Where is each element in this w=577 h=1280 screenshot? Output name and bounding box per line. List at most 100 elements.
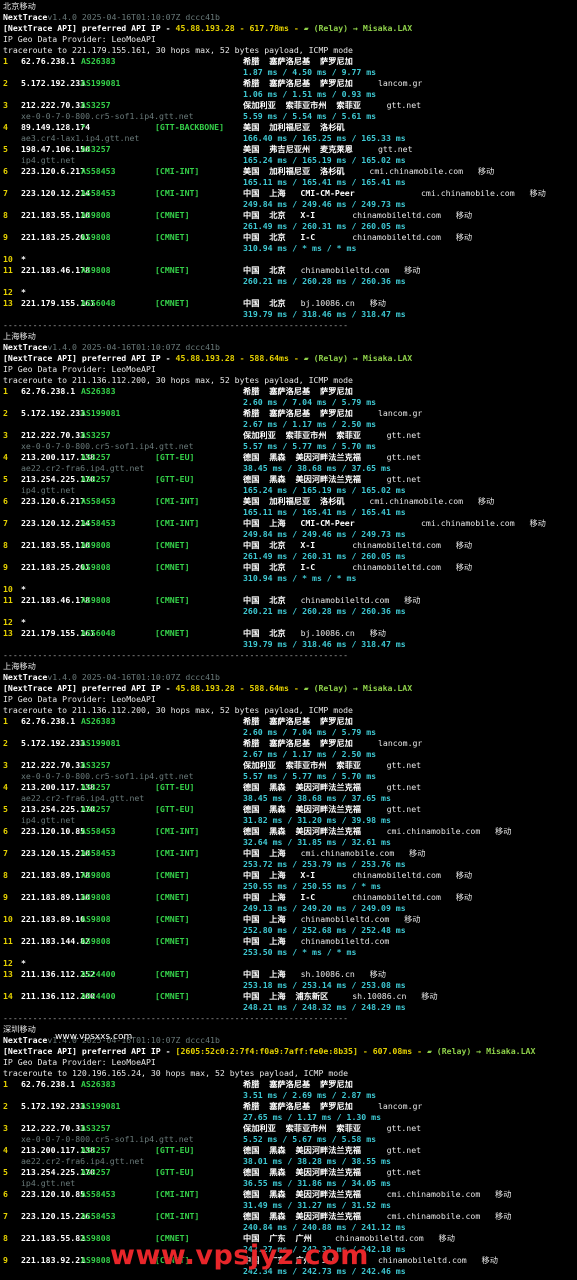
hop-number: 12 bbox=[3, 287, 13, 297]
hop-detail-row: 3.51 ms / 2.69 ms / 2.87 ms bbox=[3, 1090, 575, 1101]
hop-row: 12 * bbox=[3, 287, 575, 298]
hop-org: gtt.net bbox=[386, 1123, 422, 1133]
hop-number: 6 bbox=[3, 826, 8, 836]
hop-ip: * bbox=[21, 958, 26, 968]
hop-location: 希腊 塞萨洛尼基 萨罗尼加 bbox=[243, 408, 353, 418]
hop-tag: [CMNET] bbox=[155, 232, 190, 242]
hop-latency: 261.49 ms / 260.31 ms / 260.05 ms bbox=[243, 221, 406, 231]
hop-tag: [GTT-EU] bbox=[155, 782, 195, 792]
hop-number: 8 bbox=[3, 210, 8, 220]
api-line: [NextTrace API] preferred API IP - 45.88… bbox=[3, 353, 575, 364]
section-title-text: 上海移动 bbox=[3, 661, 36, 671]
hop-detail-row: 253.72 ms / 253.79 ms / 253.76 ms bbox=[3, 859, 575, 870]
hop-org: cmi.chinamobile.com 移动 bbox=[386, 826, 512, 836]
hop-row: 12 * bbox=[3, 958, 575, 969]
hop-number: 10 bbox=[3, 254, 13, 264]
hop-row: 5 213.254.225.170 AS3257 [GTT-EU] 德国 黑森 美因河畔… bbox=[3, 474, 575, 485]
hop-asn: * bbox=[81, 122, 86, 132]
hop-location: 德国 黑森 美因河畔法兰克福 bbox=[243, 804, 361, 814]
hop-latency: 2.67 ms / 1.17 ms / 2.50 ms bbox=[243, 749, 377, 759]
hop-asn: AS9808 bbox=[81, 265, 111, 275]
version-text: v1.4.0 2025-04-16T01:10:07Z dccc41b bbox=[47, 342, 220, 352]
hop-number: 14 bbox=[3, 991, 13, 1001]
hop-detail-row: xe-0-0-7-0-800.cr5-sof1.ip4.gtt.net 5.57 … bbox=[3, 441, 575, 452]
hop-org: gtt.net bbox=[386, 1167, 422, 1177]
hop-number: 12 bbox=[3, 617, 13, 627]
hop-row: 6 223.120.6.217 AS58453 [CMI-INT] 美国 加利福尼亚 洛… bbox=[3, 496, 575, 507]
hop-number: 12 bbox=[3, 958, 13, 968]
hop-tag: [CMNET] bbox=[155, 892, 190, 902]
hop-tag: [CMNET] bbox=[155, 298, 190, 308]
api-prefix: [NextTrace API] preferred API IP - bbox=[3, 23, 176, 33]
hop-location: 中国 北京 X-I bbox=[243, 540, 316, 550]
hop-row: 13 221.179.155.161 AS56048 [CMNET] 中国 北京 bj.1… bbox=[3, 628, 575, 639]
hop-latency: 31.82 ms / 31.20 ms / 39.98 ms bbox=[243, 815, 391, 825]
hop-asn: AS199081 bbox=[81, 408, 121, 418]
hop-location: 德国 黑森 美因河畔法兰克福 bbox=[243, 474, 361, 484]
hop-org: chinamobileltd.com 移动 bbox=[352, 232, 473, 242]
hop-number: 4 bbox=[3, 122, 8, 132]
hop-number: 5 bbox=[3, 474, 8, 484]
hop-hostname: ip4.gtt.net bbox=[21, 155, 76, 165]
hop-row: 11 221.183.144.82 AS9808 [CMNET] 中国 上海 chinam… bbox=[3, 936, 575, 947]
hop-location: 德国 黑森 美因河畔法兰克福 bbox=[243, 1167, 361, 1177]
hop-asn: AS9808 bbox=[81, 870, 111, 880]
hop-asn: AS58453 bbox=[81, 518, 116, 528]
hop-detail-row: 248.21 ms / 248.32 ms / 248.29 ms bbox=[3, 1002, 575, 1013]
hop-number: 3 bbox=[3, 100, 8, 110]
hop-row: 14 211.136.112.200 AS24400 [CMNET] 中国 上海 浦东新… bbox=[3, 991, 575, 1002]
hop-org: cmi.chinamobile.com 移动 bbox=[369, 166, 495, 176]
hop-latency: 249.84 ms / 249.46 ms / 249.73 ms bbox=[243, 529, 406, 539]
hop-location: 保加利亚 索菲亚市州 索菲亚 bbox=[243, 430, 361, 440]
hop-asn: AS56048 bbox=[81, 628, 116, 638]
hop-tag: [CMNET] bbox=[155, 969, 190, 979]
hop-detail-row: 319.79 ms / 318.46 ms / 318.47 ms bbox=[3, 639, 575, 650]
hop-location: 中国 上海 bbox=[243, 936, 286, 946]
hop-latency: 5.52 ms / 5.67 ms / 5.58 ms bbox=[243, 1134, 377, 1144]
hop-location: 德国 黑森 美因河畔法兰克福 bbox=[243, 826, 361, 836]
hop-ip: 89.149.128.174 bbox=[21, 122, 91, 132]
hop-asn: AS3257 bbox=[81, 782, 111, 792]
hop-ip: 223.120.15.210 bbox=[21, 848, 91, 858]
hop-row: 3 212.222.70.33 AS3257 保加利亚 索菲亚市州 索菲亚 gtt.ne… bbox=[3, 430, 575, 441]
hop-asn: AS9808 bbox=[81, 232, 111, 242]
hop-row: 2 5.172.192.233 AS199081 希腊 塞萨洛尼基 萨罗尼加 lanco… bbox=[3, 1101, 575, 1112]
hop-asn: AS24400 bbox=[81, 969, 116, 979]
hop-latency: 252.80 ms / 252.68 ms / 252.48 ms bbox=[243, 925, 406, 935]
api-ip: 45.88.193.28 bbox=[175, 23, 235, 33]
hop-number: 7 bbox=[3, 1211, 8, 1221]
hop-location: 希腊 塞萨洛尼基 萨罗尼加 bbox=[243, 78, 353, 88]
hop-org: cmi.chinamobile.com 移动 bbox=[369, 496, 495, 506]
hop-location: 中国 上海 CMI-CM-Peer bbox=[243, 518, 355, 528]
hop-location: 中国 北京 bbox=[243, 265, 286, 275]
hop-tag: [CMI-INT] bbox=[155, 826, 200, 836]
hop-row: 6 223.120.10.85 AS58453 [CMI-INT] 德国 黑森 美因河畔… bbox=[3, 1189, 575, 1200]
api-prefix: [NextTrace API] preferred API IP - bbox=[3, 683, 176, 693]
hop-hostname: ip4.gtt.net bbox=[21, 815, 76, 825]
hop-location: 中国 上海 I-C bbox=[243, 892, 316, 902]
hop-asn: AS199081 bbox=[81, 738, 121, 748]
hop-number: 6 bbox=[3, 1189, 8, 1199]
hop-latency: 165.11 ms / 165.41 ms / 165.41 ms bbox=[243, 507, 406, 517]
hop-row: 13 221.179.155.161 AS56048 [CMNET] 中国 北京 bj.1… bbox=[3, 298, 575, 309]
hop-asn: AS3257 bbox=[81, 100, 111, 110]
hop-detail-row: 2.67 ms / 1.17 ms / 2.50 ms bbox=[3, 749, 575, 760]
hop-asn: AS58453 bbox=[81, 1211, 116, 1221]
api-prefix: [NextTrace API] preferred API IP - bbox=[3, 1046, 176, 1056]
hop-row: 13 211.136.112.252 AS24400 [CMNET] 中国 上海 sh.1… bbox=[3, 969, 575, 980]
hop-location: 美国 加利福尼亚 洛杉矶 bbox=[243, 166, 345, 176]
hop-asn: AS3257 bbox=[81, 1167, 111, 1177]
hop-number: 7 bbox=[3, 848, 8, 858]
hop-detail-row: 249.13 ms / 249.20 ms / 249.09 ms bbox=[3, 903, 575, 914]
hop-ip: 5.172.192.233 bbox=[21, 1101, 86, 1111]
brand-name: NextTrace bbox=[3, 1035, 48, 1045]
hop-detail-row: 252.80 ms / 252.68 ms / 252.48 ms bbox=[3, 925, 575, 936]
geo-line: IP Geo Data Provider: LeoMoeAPI bbox=[3, 364, 575, 375]
hop-asn: AS3257 bbox=[81, 144, 111, 154]
hop-location: 中国 上海 bbox=[243, 969, 286, 979]
api-ip: 45.88.193.28 bbox=[175, 353, 235, 363]
geo-provider: IP Geo Data Provider: LeoMoeAPI bbox=[3, 364, 156, 374]
hop-org: chinamobileltd.com 移动 bbox=[352, 540, 473, 550]
hop-hostname: xe-0-0-7-0-800.cr5-sof1.ip4.gtt.net bbox=[21, 771, 194, 781]
hop-hostname: ip4.gtt.net bbox=[21, 1178, 76, 1188]
